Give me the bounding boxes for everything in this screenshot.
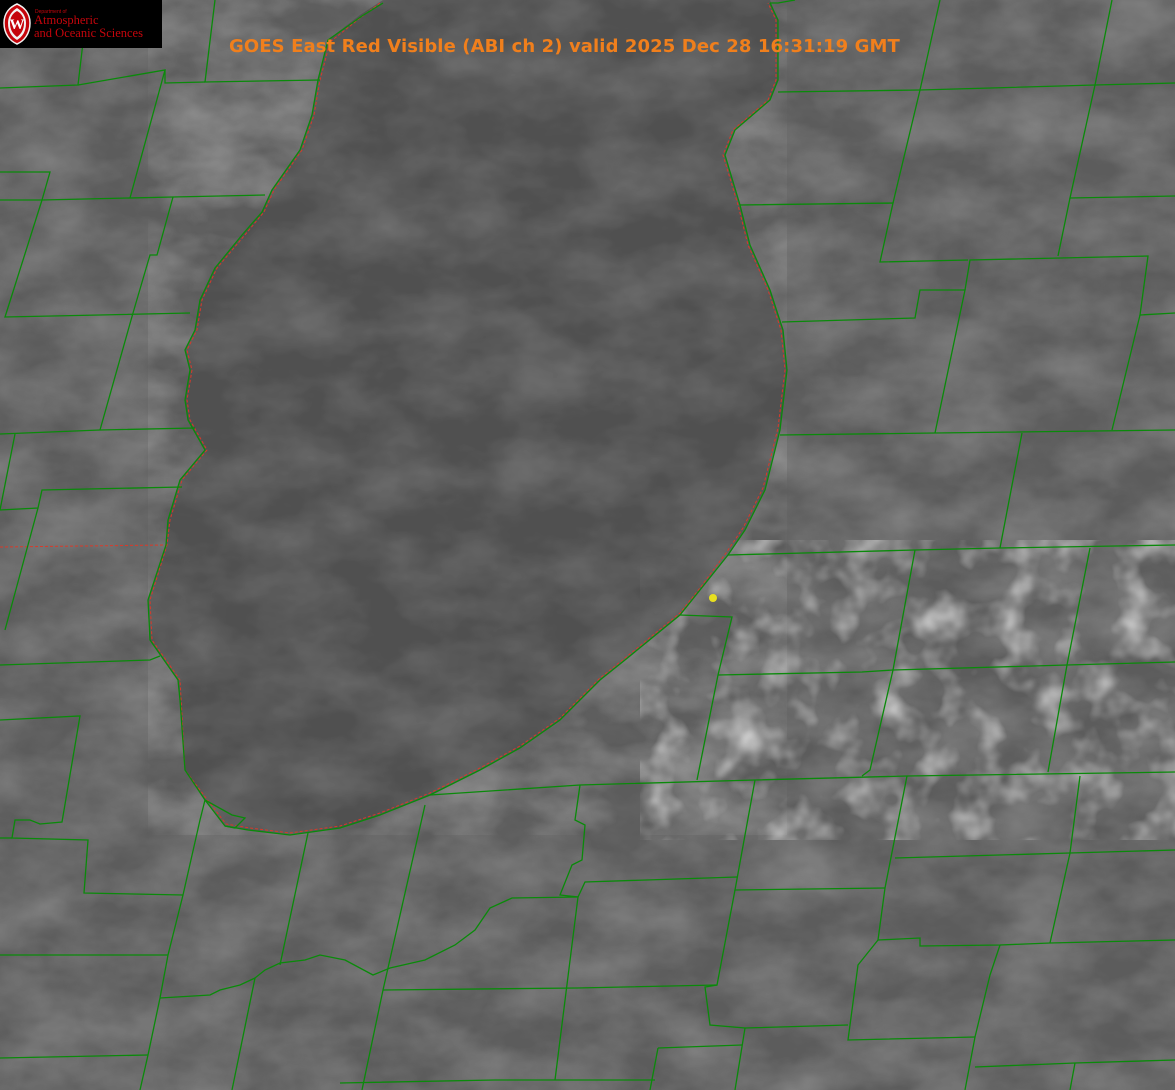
crest-letter: W xyxy=(10,17,25,33)
map-layer xyxy=(0,0,1175,1090)
uw-crest-icon: W xyxy=(3,3,31,45)
image-title: GOES East Red Visible (ABI ch 2) valid 2… xyxy=(229,36,900,57)
logo-line-2: and Oceanic Sciences xyxy=(34,26,143,40)
uw-aos-logo: W Department of Atmospheric and Oceanic … xyxy=(0,0,162,48)
location-marker xyxy=(709,594,717,602)
bright-cloud-region xyxy=(640,540,1175,840)
satellite-map: W Department of Atmospheric and Oceanic … xyxy=(0,0,1175,1090)
